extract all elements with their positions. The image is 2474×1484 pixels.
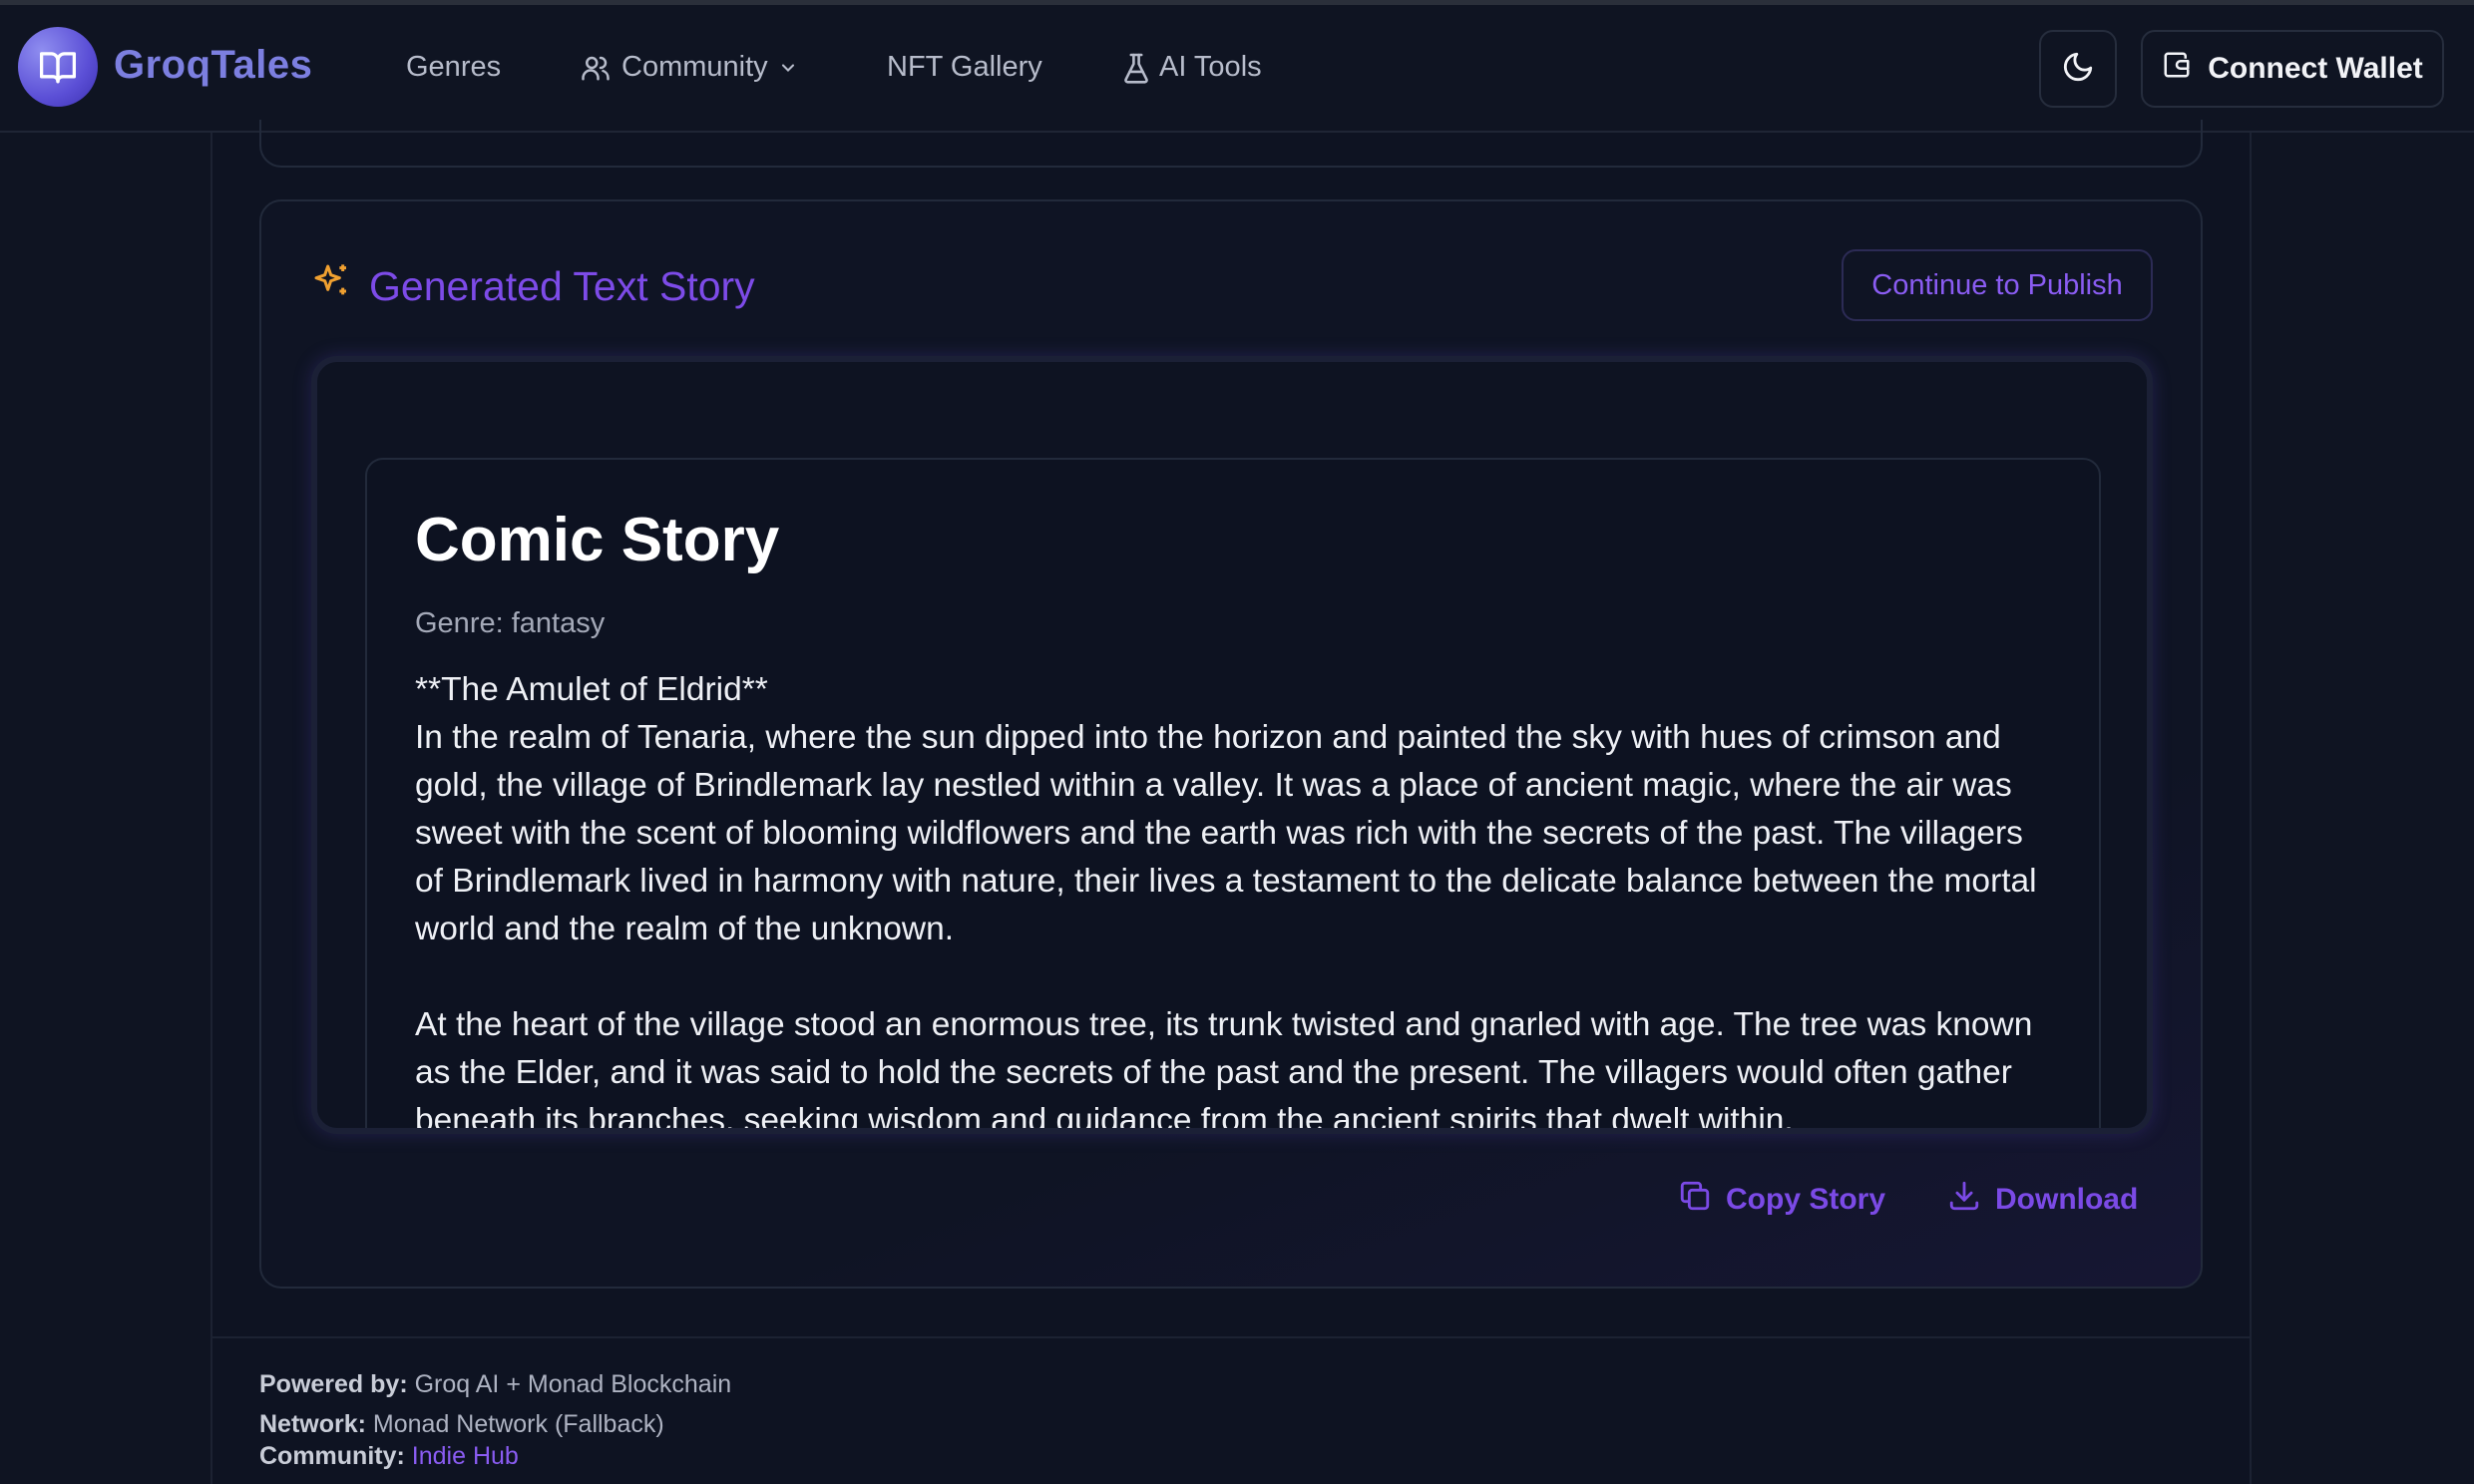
download-label: Download — [1995, 1183, 2139, 1216]
nav-nft-gallery-label: NFT Gallery — [887, 51, 1042, 83]
sparkles-icon — [311, 261, 351, 311]
footer-network: Network: Monad Network (Fallback) — [259, 1410, 664, 1439]
logo-book-icon[interactable] — [18, 27, 98, 107]
moon-icon — [2061, 50, 2095, 89]
connect-wallet-label: Connect Wallet — [2208, 52, 2423, 85]
generated-story-card: Generated Text Story Continue to Publish… — [259, 199, 2203, 1289]
nav-community[interactable]: Community — [580, 51, 798, 84]
footer-powered-label: Powered by: — [259, 1370, 408, 1398]
story-page: Comic Story Genre: fantasy **The Amulet … — [365, 458, 2101, 1134]
previous-card-bottom — [259, 120, 2203, 168]
top-nav: GroqTales Genres Community NFT Gallery A… — [0, 5, 2474, 133]
nav-ai-tools[interactable]: AI Tools — [1123, 51, 1262, 84]
nav-genres[interactable]: Genres — [406, 51, 501, 84]
nav-genres-label: Genres — [406, 51, 502, 83]
brand-name[interactable]: GroqTales — [114, 43, 312, 88]
copy-story-button[interactable]: Copy Story — [1678, 1179, 1885, 1221]
story-title: Comic Story — [415, 506, 780, 574]
download-button[interactable]: Download — [1947, 1179, 2138, 1221]
footer-community-link[interactable]: Indie Hub — [412, 1442, 519, 1470]
story-genre: Genre: fantasy — [415, 607, 606, 640]
footer-community: Community: Indie Hub — [259, 1442, 519, 1471]
users-icon — [580, 53, 612, 83]
footer-network-label: Network: — [259, 1410, 366, 1438]
footer-powered-value: Groq AI + Monad Blockchain — [414, 1370, 732, 1398]
story-paragraph: At the heart of the village stood an eno… — [415, 1006, 2033, 1134]
flask-icon — [1123, 52, 1149, 84]
chevron-down-icon — [778, 58, 798, 78]
copy-story-label: Copy Story — [1726, 1183, 1886, 1216]
download-icon — [1947, 1179, 1981, 1221]
theme-toggle-button[interactable] — [2039, 30, 2117, 108]
nav-community-label: Community — [621, 51, 768, 83]
nav-nft-gallery[interactable]: NFT Gallery — [887, 51, 1042, 84]
story-viewer[interactable]: Comic Story Genre: fantasy **The Amulet … — [311, 356, 2153, 1134]
connect-wallet-button[interactable]: Connect Wallet — [2141, 30, 2444, 108]
story-body: **The Amulet of Eldrid** In the realm of… — [415, 666, 2051, 1134]
story-paragraph: In the realm of Tenaria, where the sun d… — [415, 719, 2037, 948]
footer-powered: Powered by: Groq AI + Monad Blockchain — [259, 1370, 731, 1399]
copy-icon — [1678, 1179, 1712, 1221]
nav-ai-tools-label: AI Tools — [1159, 51, 1262, 83]
wallet-icon — [2162, 50, 2192, 88]
story-heading: **The Amulet of Eldrid** — [415, 671, 768, 709]
card-header: Generated Text Story — [311, 261, 755, 311]
continue-to-publish-button[interactable]: Continue to Publish — [1842, 249, 2153, 321]
footer-divider — [210, 1336, 2252, 1338]
card-title: Generated Text Story — [369, 262, 755, 309]
footer-community-label: Community: — [259, 1442, 405, 1470]
footer-network-value: Monad Network (Fallback) — [372, 1410, 664, 1438]
